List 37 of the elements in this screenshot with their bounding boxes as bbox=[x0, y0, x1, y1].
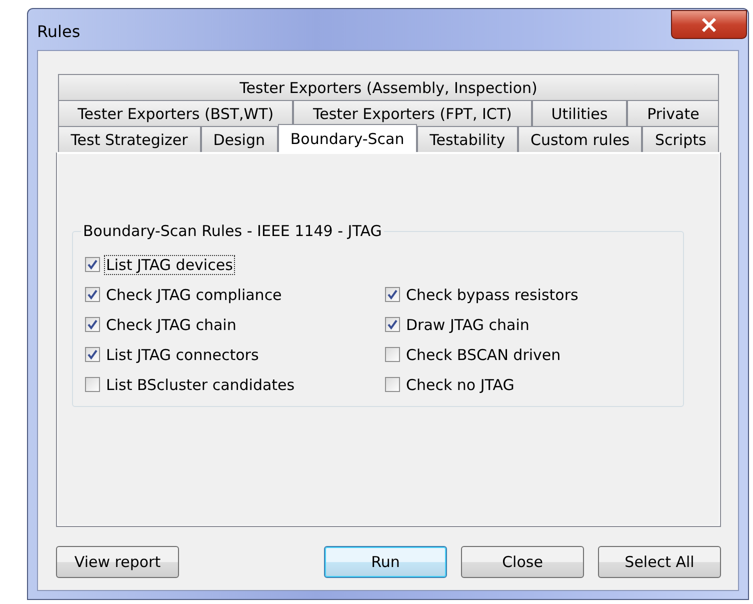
checkbox[interactable] bbox=[385, 377, 400, 392]
checkbox-label[interactable]: Check no JTAG bbox=[404, 374, 516, 394]
dialog-button[interactable]: Select All bbox=[598, 546, 721, 578]
tab[interactable]: Scripts bbox=[642, 126, 720, 152]
checkbox[interactable] bbox=[85, 347, 100, 362]
checkbox-label[interactable]: Check JTAG chain bbox=[104, 314, 238, 334]
tab[interactable]: Custom rules bbox=[518, 126, 642, 152]
close-icon bbox=[701, 18, 717, 32]
checkbox[interactable] bbox=[385, 287, 400, 302]
checkbox[interactable] bbox=[385, 347, 400, 362]
tab[interactable]: Test Strategizer bbox=[58, 126, 201, 152]
tab[interactable]: Design bbox=[200, 126, 278, 152]
checkbox[interactable] bbox=[85, 377, 100, 392]
dialog-button[interactable]: Run bbox=[324, 546, 447, 578]
tab[interactable]: Tester Exporters (Assembly, Inspection) bbox=[58, 74, 719, 100]
tab[interactable]: Tester Exporters (BST,WT) bbox=[58, 100, 294, 126]
checkbox-label[interactable]: Check BSCAN driven bbox=[404, 344, 563, 364]
dialog-button[interactable]: View report bbox=[56, 546, 179, 578]
tab[interactable]: Utilities bbox=[532, 100, 628, 126]
checkbox-label[interactable]: List BScluster candidates bbox=[104, 374, 297, 394]
checkbox-label[interactable]: List JTAG devices bbox=[104, 254, 235, 274]
window-title: Rules bbox=[37, 22, 80, 41]
checkbox-label[interactable]: Check JTAG compliance bbox=[104, 284, 284, 304]
checkbox[interactable] bbox=[85, 317, 100, 332]
checkbox[interactable] bbox=[385, 317, 400, 332]
checkbox-label[interactable]: Check bypass resistors bbox=[404, 284, 580, 304]
close-button[interactable] bbox=[671, 10, 747, 39]
group-title: Boundary-Scan Rules - IEEE 1149 - JTAG bbox=[81, 222, 384, 240]
checkbox[interactable] bbox=[85, 257, 100, 272]
checkbox-label[interactable]: List JTAG connectors bbox=[104, 344, 261, 364]
checkbox-label[interactable]: Draw JTAG chain bbox=[404, 314, 532, 334]
dialog-button[interactable]: Close bbox=[461, 546, 584, 578]
tab[interactable]: Private bbox=[627, 100, 720, 126]
tab[interactable]: Tester Exporters (FPT, ICT) bbox=[293, 100, 532, 126]
tab[interactable]: Boundary-Scan bbox=[278, 124, 417, 152]
checkbox[interactable] bbox=[85, 287, 100, 302]
tab[interactable]: Testability bbox=[416, 126, 518, 152]
